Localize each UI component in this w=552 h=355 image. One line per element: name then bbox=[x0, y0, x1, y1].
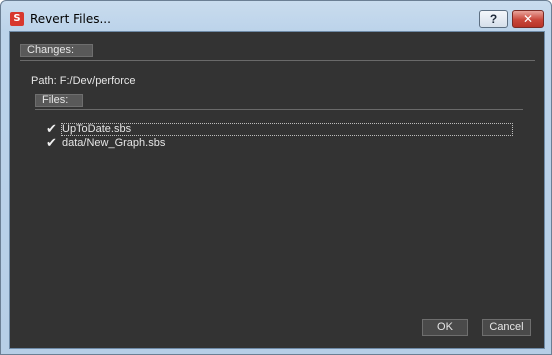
window-title: Revert Files... bbox=[30, 12, 111, 26]
help-button[interactable]: ? bbox=[479, 10, 508, 28]
revert-files-dialog: S Revert Files... ? ✕ Changes: Path: F:/… bbox=[0, 0, 552, 355]
dialog-body: Changes: Path: F:/Dev/perforce Files: ✔ … bbox=[9, 31, 545, 349]
files-group-header: Files: bbox=[35, 94, 83, 107]
changes-divider bbox=[20, 60, 535, 61]
ok-button[interactable]: OK bbox=[422, 319, 468, 336]
substance-logo-icon: S bbox=[10, 12, 24, 26]
path-label: Path: F:/Dev/perforce bbox=[31, 75, 136, 87]
title-bar[interactable]: S Revert Files... ? ✕ bbox=[1, 1, 551, 31]
files-divider bbox=[35, 109, 523, 110]
checkbox-checked-icon[interactable]: ✔ bbox=[45, 137, 58, 150]
file-label: data/New_Graph.sbs bbox=[62, 137, 166, 149]
changes-group-header: Changes: bbox=[20, 44, 93, 57]
checkbox-checked-icon[interactable]: ✔ bbox=[45, 123, 58, 136]
file-label: UpToDate.sbs bbox=[62, 123, 132, 135]
cancel-button[interactable]: Cancel bbox=[482, 319, 531, 336]
close-button[interactable]: ✕ bbox=[512, 10, 544, 28]
